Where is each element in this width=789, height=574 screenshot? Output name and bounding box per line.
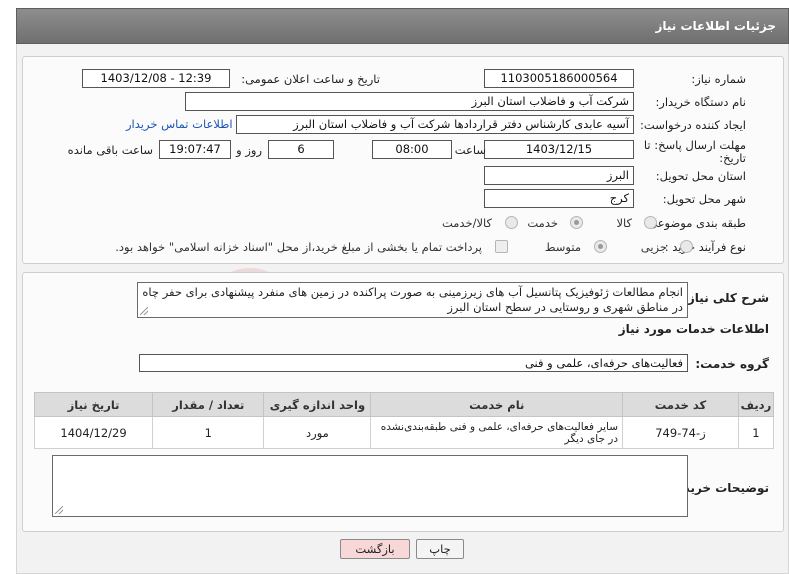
- row-date: 1404/12/29: [33, 416, 154, 449]
- row-unit: مورد: [263, 416, 372, 449]
- process-radio-minor[interactable]: [680, 240, 693, 253]
- category-radio-goods[interactable]: [644, 216, 657, 229]
- description-text: انجام مطالعات ژئوفیزیک پتانسیل آب های زی…: [137, 282, 688, 318]
- announce-datetime-label: تاریخ و ساعت اعلان عمومی:: [241, 72, 380, 86]
- row-index: 1: [737, 416, 775, 449]
- deadline-label: مهلت ارسال پاسخ: تا: [643, 138, 746, 152]
- row-quantity: 1: [152, 416, 265, 449]
- row-code: ز-74-749: [622, 416, 739, 449]
- deadline-label-date: تاریخ:: [719, 151, 746, 165]
- category-radio-goods-service[interactable]: [505, 216, 518, 229]
- col-date: تاریخ نیاز: [33, 392, 154, 417]
- process-type-label: نوع فرآیند خرید :: [664, 240, 746, 254]
- col-index: ردیف: [737, 392, 775, 417]
- description-content: انجام مطالعات ژئوفیزیک پتانسیل آب های زی…: [142, 285, 683, 314]
- requester-label: ایجاد کننده درخواست:: [640, 118, 746, 132]
- deadline-time-field: 08:00: [372, 140, 452, 159]
- table-row: 1 ز-74-749 سایر فعالیت‌های حرفه‌ای، علمی…: [33, 416, 775, 449]
- remaining-days-field: 6: [268, 140, 334, 159]
- service-group-field: فعالیت‌های حرفه‌ای، علمی و فنی: [139, 354, 688, 372]
- remaining-time-field: 19:07:47: [159, 140, 231, 159]
- resize-grip-icon[interactable]: [140, 307, 148, 315]
- category-option-service: خدمت: [527, 216, 558, 230]
- row-service-name: سایر فعالیت‌های حرفه‌ای، علمی و فنی طبقه…: [370, 416, 624, 449]
- service-group-label: گروه خدمت:: [695, 357, 769, 371]
- process-option-minor: جزیی: [640, 240, 667, 254]
- category-option-goods: کالا: [616, 216, 632, 230]
- services-table-header: ردیف کد خدمت نام خدمت واحد اندازه گیری ت…: [33, 392, 775, 417]
- deadline-date-field: 1403/12/15: [484, 140, 634, 159]
- deadline-time-label: ساعت: [454, 143, 486, 157]
- process-option-medium: متوسط: [544, 240, 581, 254]
- province-field: البرز: [484, 166, 634, 185]
- buyer-org-label: نام دستگاه خریدار:: [655, 95, 746, 109]
- need-number-label: شماره نیاز:: [691, 72, 746, 86]
- resize-grip-icon[interactable]: [55, 506, 63, 514]
- page-title: جزئیات اطلاعات نیاز: [655, 19, 776, 33]
- description-label: شرح کلی نیاز:: [683, 291, 769, 305]
- back-button[interactable]: بازگشت: [340, 539, 410, 559]
- col-quantity: تعداد / مقدار: [152, 392, 265, 417]
- requester-field: آسیه عابدی کارشناس دفتر قراردادها شرکت آ…: [236, 115, 634, 134]
- announce-datetime-field: 1403/12/08 - 12:39: [82, 69, 230, 88]
- process-radio-medium[interactable]: [594, 240, 607, 253]
- city-field: کرج: [484, 189, 634, 208]
- print-button[interactable]: چاپ: [416, 539, 464, 559]
- services-table: ردیف کد خدمت نام خدمت واحد اندازه گیری ت…: [33, 392, 775, 449]
- buyer-contact-link[interactable]: اطلاعات تماس خریدار: [126, 117, 233, 131]
- remaining-days-label: روز و: [236, 143, 262, 157]
- category-radio-service[interactable]: [570, 216, 583, 229]
- remaining-time-label: ساعت باقی مانده: [67, 143, 153, 157]
- need-number-field: 1103005186000564: [484, 69, 634, 88]
- province-label: استان محل تحویل:: [655, 169, 746, 183]
- buyer-org-field: شرکت آب و فاضلاب استان البرز: [185, 92, 634, 111]
- services-section-title: اطلاعات خدمات مورد نیاز: [618, 322, 769, 336]
- treasury-payment-checkbox[interactable]: [495, 240, 508, 253]
- category-option-goods-service: کالا/خدمت: [441, 216, 492, 230]
- buyer-notes-field[interactable]: [52, 455, 688, 517]
- treasury-payment-note: پرداخت تمام یا بخشی از مبلغ خرید،از محل …: [115, 240, 482, 254]
- col-code: کد خدمت: [622, 392, 739, 417]
- page-header: جزئیات اطلاعات نیاز: [16, 8, 789, 44]
- city-label: شهر محل تحویل:: [662, 192, 746, 206]
- col-name: نام خدمت: [370, 392, 624, 417]
- col-unit: واحد اندازه گیری: [263, 392, 372, 417]
- category-label: طبقه بندی موضوعی:: [644, 216, 746, 230]
